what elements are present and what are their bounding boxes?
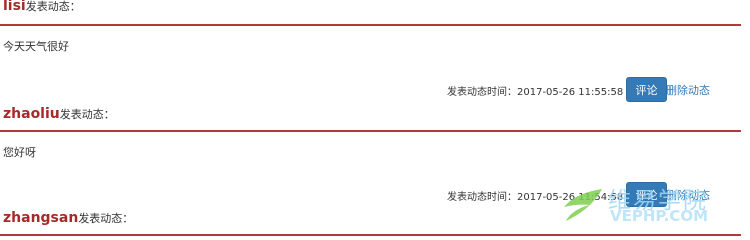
- post-time-value: 2017-05-26 11:55:58: [517, 87, 624, 98]
- author-name: zhangsan: [3, 210, 79, 226]
- post-action-label: 发表动态：: [78, 212, 134, 225]
- author-name: lisi: [3, 0, 26, 14]
- post-time-label: 发表动态时间：: [447, 87, 517, 98]
- post-separator: [0, 24, 741, 26]
- comment-button[interactable]: 评论: [626, 77, 667, 102]
- post-content: 您好呀: [3, 146, 36, 159]
- post-separator: [0, 130, 741, 132]
- post-action-label: 发表动态：: [59, 108, 115, 121]
- watermark-subtitle: VEPHP.COM: [610, 207, 709, 225]
- post-content: 今天天气很好: [3, 40, 69, 53]
- post-time: 发表动态时间：2017-05-26 11:55:58: [447, 83, 623, 98]
- post-time-label: 发表动态时间：: [447, 192, 517, 203]
- watermark: 维易学院 VEPHP.COM: [560, 181, 740, 229]
- post-separator: [0, 234, 741, 236]
- delete-post-link[interactable]: 删除动态: [666, 82, 710, 98]
- post-header: zhangsan发表动态：: [3, 207, 133, 226]
- post-header: lisi发表动态：: [3, 0, 81, 14]
- author-name: zhaoliu: [3, 106, 60, 122]
- post-header: zhaoliu发表动态：: [3, 103, 115, 122]
- leaf-logo-icon: [564, 189, 602, 221]
- post-action-label: 发表动态：: [25, 0, 81, 13]
